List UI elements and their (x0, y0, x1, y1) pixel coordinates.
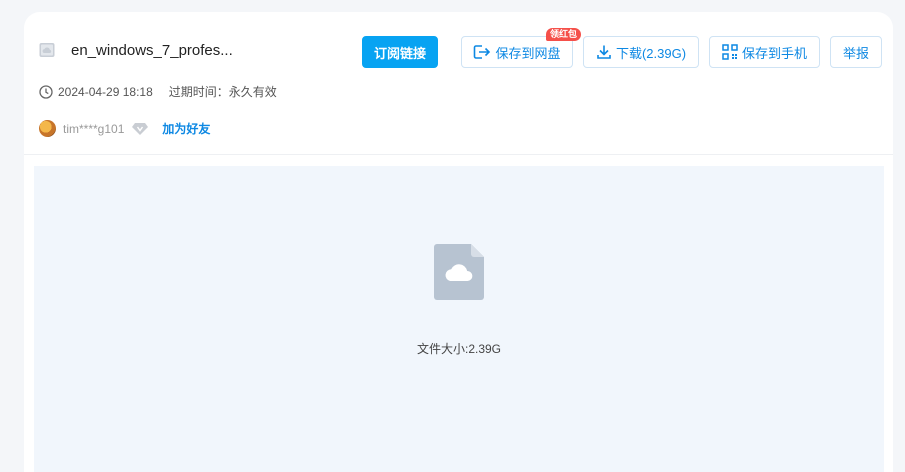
download-icon (597, 45, 611, 59)
file-name: en_windows_7_profes... (71, 42, 233, 59)
file-preview-area: 文件大小:2.39G (34, 166, 884, 472)
subscribe-button[interactable]: 订阅链接 (362, 36, 438, 68)
red-packet-badge: 领红包 (546, 28, 582, 41)
share-meta: 2024-04-29 18:18 过期时间： 永久有效 (39, 85, 277, 99)
download-label: 下载(2.39G) (615, 45, 687, 61)
save-to-phone-button[interactable]: 保存到手机 (709, 36, 820, 68)
divider (24, 154, 893, 155)
export-icon (474, 45, 491, 59)
download-button[interactable]: 下载(2.39G) (583, 36, 699, 68)
avatar[interactable] (39, 120, 56, 137)
expire-label: 过期时间： (168, 85, 229, 99)
username[interactable]: tim****g101 (63, 121, 124, 137)
report-button[interactable]: 举报 (830, 36, 882, 68)
cloud-file-icon (434, 244, 484, 300)
qr-code-icon (722, 44, 738, 60)
add-friend-link[interactable]: 加为好友 (162, 121, 210, 137)
file-size-text: 文件大小:2.39G (416, 342, 502, 356)
sharer-info: tim****g101 加为好友 (39, 120, 210, 137)
diamond-vip-icon (132, 122, 149, 135)
save-to-cloud-label: 保存到网盘 (495, 45, 561, 61)
share-date: 2024-04-29 18:18 (58, 85, 153, 99)
save-to-phone-label: 保存到手机 (741, 45, 807, 61)
subscribe-button-label: 订阅链接 (373, 45, 426, 61)
report-label: 举报 (842, 45, 869, 61)
clock-icon (39, 85, 53, 99)
share-card: en_windows_7_profes... 订阅链接 保存到网盘 领红包 下载… (24, 12, 893, 472)
cloud-file-icon (39, 42, 55, 58)
expire-value: 永久有效 (228, 85, 277, 99)
